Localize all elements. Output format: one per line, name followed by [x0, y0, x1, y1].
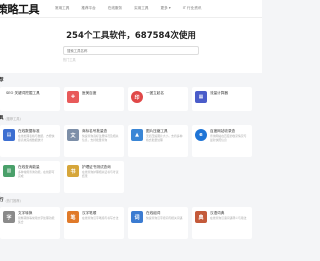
tool-desc: 在线处理表格与数据，方便快捷高效完成数据统计	[18, 134, 55, 142]
tool-desc: 快速查询商标注册情况及相关信息，支持批量查询	[82, 134, 119, 142]
section-subtitle: (热门推荐)	[5, 198, 21, 203]
book2-icon: 词	[131, 211, 143, 223]
book-icon: 书	[67, 165, 79, 177]
tool-card[interactable]: 书 护理证书测试查询 在线查询护理相关证书与考试结果	[64, 161, 124, 193]
nav-item-common[interactable]: 常用工具	[55, 6, 69, 11]
text-icon: 文	[67, 129, 79, 141]
tool-card[interactable]: ✚ 医美百度	[64, 87, 124, 111]
tool-title: 一团立起名	[146, 91, 164, 95]
section-popular: 行 (热门推荐) 字 文字转换 简繁转换等常用文字处理功能集合 笔 汉字笔顺 在线查…	[0, 193, 262, 239]
tool-card[interactable]: ▲ 图片压缩工具 无损压缩图片大小，支持多种格式批量处理	[128, 125, 188, 157]
seal-icon: 印	[131, 91, 143, 103]
tool-card[interactable]: ▤ 在线数据标准 在线处理表格与数据，方便快捷高效完成数据统计	[0, 125, 60, 157]
tool-desc: 在线查询汉语词语释义与用法	[210, 216, 247, 220]
nav-item-utility[interactable]: 实用工具	[134, 6, 148, 11]
tool-grid: SEO 关键词挖掘工具 ✚ 医美百度 印 一团立起名 ▦ 流量计算器	[0, 87, 259, 111]
seo-icon	[3, 91, 5, 103]
tool-card[interactable]: 印 一团立起名	[128, 87, 188, 111]
nav-item-news[interactable]: IT 行业资讯	[183, 6, 202, 11]
browser-icon: e	[195, 129, 207, 141]
tool-card[interactable]: ▥ 在线查询能量 多种常用查询功能，在线即可完成	[0, 161, 60, 193]
tool-card[interactable]: e 百度网站收录查 查询网站在百度的收录情况与最新快照信息	[192, 125, 252, 157]
tool-card[interactable]: 字 文字转换 简繁转换等常用文字处理功能集合	[0, 207, 60, 239]
section-subtitle: (推荐工具)	[5, 116, 21, 121]
text2-icon: 字	[3, 211, 15, 223]
tool-card[interactable]: 文 商标名号批量查 快速查询商标注册情况及相关信息，支持批量查询	[64, 125, 124, 157]
tool-desc: 在线查询护理相关证书与考试结果	[82, 170, 119, 178]
search-input[interactable]	[64, 48, 198, 53]
section-tools: 具 (推荐工具) ▤ 在线数据标准 在线处理表格与数据，方便快捷高效完成数据统计 …	[0, 111, 262, 193]
tool-card[interactable]: 词 在线组词 快速查询汉字组词与相关词语	[128, 207, 188, 239]
tool-title: 流量计算器	[210, 91, 228, 95]
tool-card[interactable]: 笔 汉字笔顺 在线查询汉字笔顺与书写方法	[64, 207, 124, 239]
tool-desc: 无损压缩图片大小，支持多种格式批量处理	[146, 134, 183, 142]
hero-section: 254个工具软件，687584次使用 热门工具	[0, 18, 262, 73]
tool-desc: 在线查询汉字笔顺与书写方法	[82, 216, 119, 220]
section-header: 具 (推荐工具)	[0, 111, 259, 125]
tool-desc: 查询网站在百度的收录情况与最新快照信息	[210, 134, 247, 142]
section-title: 行	[0, 198, 4, 203]
image-icon: ▲	[131, 129, 143, 141]
section-header: 荐	[0, 73, 259, 87]
tool-desc: 快速查询汉字组词与相关词语	[146, 216, 183, 220]
tool-card[interactable]: SEO 关键词挖掘工具	[0, 87, 60, 111]
tool-grid: 字 文字转换 简繁转换等常用文字处理功能集合 笔 汉字笔顺 在线查询汉字笔顺与书写方…	[0, 207, 259, 239]
dict-icon: 笔	[67, 211, 79, 223]
tool-title: 医美百度	[82, 91, 97, 95]
top-bar: 策略工具 常用工具 推荐平台 在线服务 实用工具 更多 ▾ IT 行业资讯	[0, 0, 262, 18]
section-header: 行 (热门推荐)	[0, 193, 259, 207]
grid-icon: ▦	[195, 91, 207, 103]
tool-title: SEO 关键词挖掘工具	[6, 91, 40, 95]
main-nav: 常用工具 推荐平台 在线服务 实用工具 更多 ▾ IT 行业资讯	[55, 6, 201, 11]
sheet-icon: ▥	[3, 165, 15, 177]
chart-icon: ▤	[3, 129, 15, 141]
section-title: 荐	[0, 78, 4, 83]
doctor-icon: ✚	[67, 91, 79, 103]
nav-item-recommended[interactable]: 推荐平台	[81, 6, 95, 11]
nav-item-online[interactable]: 在线服务	[108, 6, 122, 11]
section-featured: 荐 SEO 关键词挖掘工具 ✚ 医美百度 印 一团立起名 ▦ 流量计算器	[0, 73, 262, 111]
book3-icon: 典	[195, 211, 207, 223]
tool-grid: ▤ 在线数据标准 在线处理表格与数据，方便快捷高效完成数据统计 文 商标名号批量查…	[0, 125, 259, 193]
tool-card[interactable]: ▦ 流量计算器	[192, 87, 252, 111]
page-title: 254个工具软件，687584次使用	[66, 31, 196, 41]
search-box[interactable]	[63, 46, 199, 55]
tool-card[interactable]: 典 汉语词典 在线查询汉语词语释义与用法	[192, 207, 252, 239]
tool-desc: 多种常用查询功能，在线即可完成	[18, 170, 55, 178]
section-title: 具	[0, 116, 4, 121]
nav-item-more[interactable]: 更多 ▾	[161, 6, 171, 11]
site-logo[interactable]: 策略工具	[0, 1, 55, 17]
search-hint: 热门工具	[63, 58, 76, 62]
tool-desc: 简繁转换等常用文字处理功能集合	[18, 216, 55, 224]
